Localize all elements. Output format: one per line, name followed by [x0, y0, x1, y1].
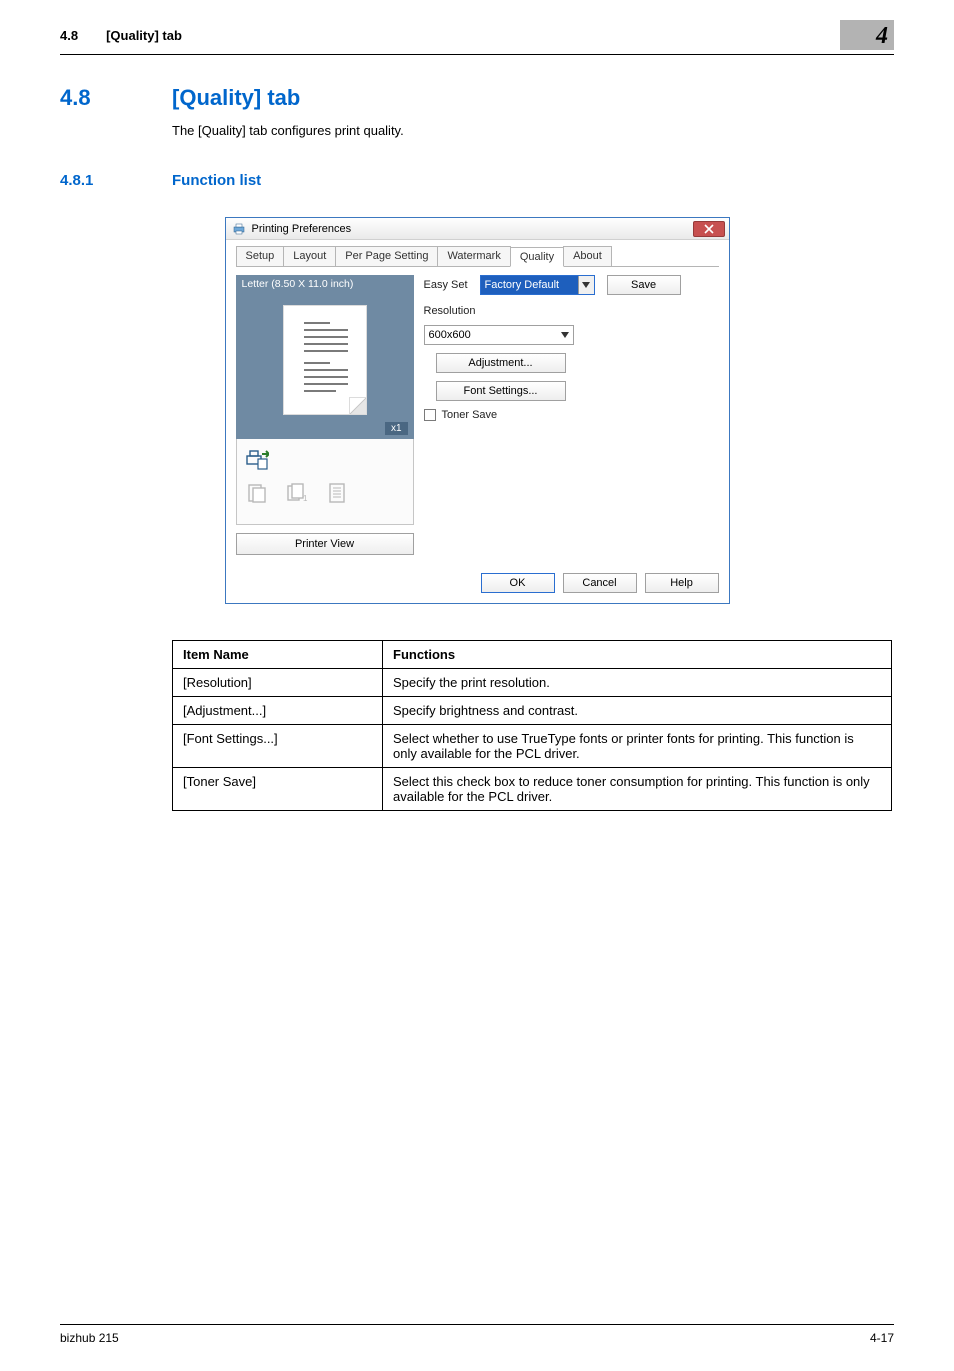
section-number: 4.8	[60, 85, 132, 111]
help-button[interactable]: Help	[645, 573, 719, 593]
footer-product: bizhub 215	[60, 1331, 119, 1345]
section-description: The [Quality] tab configures print quali…	[172, 123, 894, 138]
subsection-number: 4.8.1	[60, 172, 132, 189]
save-button[interactable]: Save	[607, 275, 681, 295]
subsection-title: Function list	[172, 172, 261, 189]
page-footer: bizhub 215 4-17	[60, 1324, 894, 1345]
table-head-itemname: Item Name	[173, 641, 383, 669]
table-row: [Toner Save] Select this check box to re…	[173, 768, 892, 811]
chevron-down-icon	[578, 276, 594, 294]
orientation-icon	[245, 481, 269, 505]
table-row: [Resolution] Specify the print resolutio…	[173, 669, 892, 697]
table-cell-name: [Adjustment...]	[173, 697, 383, 725]
font-settings-button[interactable]: Font Settings...	[436, 381, 566, 401]
table-head-row: Item Name Functions	[173, 641, 892, 669]
dialog-titlebar[interactable]: Printing Preferences	[226, 218, 729, 240]
chevron-down-icon	[557, 326, 573, 344]
toner-save-checkbox[interactable]: Toner Save	[424, 409, 498, 421]
tab-quality[interactable]: Quality	[510, 247, 564, 267]
close-button[interactable]	[693, 221, 725, 237]
footer-pagenum: 4-17	[870, 1331, 894, 1345]
tab-per-page-setting[interactable]: Per Page Setting	[335, 246, 438, 266]
dialog-title: Printing Preferences	[252, 223, 693, 235]
page-header: 4.8 [Quality] tab 4	[60, 20, 894, 55]
copies-icon: 1	[285, 481, 309, 505]
header-section-title: [Quality] tab	[106, 28, 182, 43]
tab-about[interactable]: About	[563, 246, 612, 266]
status-icon-panel: 1	[236, 439, 414, 525]
tab-setup[interactable]: Setup	[236, 246, 285, 266]
adjustment-button[interactable]: Adjustment...	[436, 353, 566, 373]
page-header-left: 4.8 [Quality] tab	[60, 28, 840, 43]
printer-view-button[interactable]: Printer View	[236, 533, 414, 555]
function-table: Item Name Functions [Resolution] Specify…	[172, 640, 892, 811]
tab-layout[interactable]: Layout	[283, 246, 336, 266]
resolution-label: Resolution	[424, 305, 476, 317]
tab-strip: Setup Layout Per Page Setting Watermark …	[236, 246, 719, 267]
paper-sheet-icon	[283, 305, 367, 415]
document-icon	[325, 481, 349, 505]
checkbox-icon	[424, 409, 436, 421]
printing-preferences-dialog: Printing Preferences Setup Layout Per Pa…	[225, 217, 730, 604]
easyset-value: Factory Default	[485, 279, 560, 291]
chapter-badge: 4	[840, 20, 894, 50]
resolution-value: 600x600	[429, 329, 471, 341]
resolution-select[interactable]: 600x600	[424, 325, 574, 345]
table-cell-func: Specify the print resolution.	[383, 669, 892, 697]
easyset-label: Easy Set	[424, 279, 468, 291]
table-head-functions: Functions	[383, 641, 892, 669]
copies-badge: x1	[385, 422, 408, 435]
printer-icon	[232, 222, 246, 236]
chapter-number: 4	[876, 23, 888, 50]
cancel-button[interactable]: Cancel	[563, 573, 637, 593]
printer-status-icon	[245, 447, 269, 471]
section-title: [Quality] tab	[172, 85, 300, 111]
paper-size-label: Letter (8.50 X 11.0 inch)	[236, 275, 414, 293]
table-cell-func: Select whether to use TrueType fonts or …	[383, 725, 892, 768]
subsection-heading: 4.8.1 Function list	[60, 172, 894, 189]
tab-watermark[interactable]: Watermark	[437, 246, 510, 266]
table-cell-func: Select this check box to reduce toner co…	[383, 768, 892, 811]
header-section-ref: 4.8	[60, 28, 78, 43]
dialog-footer: OK Cancel Help	[236, 573, 719, 593]
table-cell-name: [Toner Save]	[173, 768, 383, 811]
table-cell-name: [Resolution]	[173, 669, 383, 697]
paper-preview: x1	[236, 293, 414, 439]
table-cell-name: [Font Settings...]	[173, 725, 383, 768]
section-heading: 4.8 [Quality] tab	[60, 85, 894, 111]
table-row: [Adjustment...] Specify brightness and c…	[173, 697, 892, 725]
svg-text:1: 1	[303, 494, 308, 503]
ok-button[interactable]: OK	[481, 573, 555, 593]
easyset-select[interactable]: Factory Default	[480, 275, 595, 295]
table-row: [Font Settings...] Select whether to use…	[173, 725, 892, 768]
toner-save-label: Toner Save	[442, 409, 498, 421]
table-cell-func: Specify brightness and contrast.	[383, 697, 892, 725]
